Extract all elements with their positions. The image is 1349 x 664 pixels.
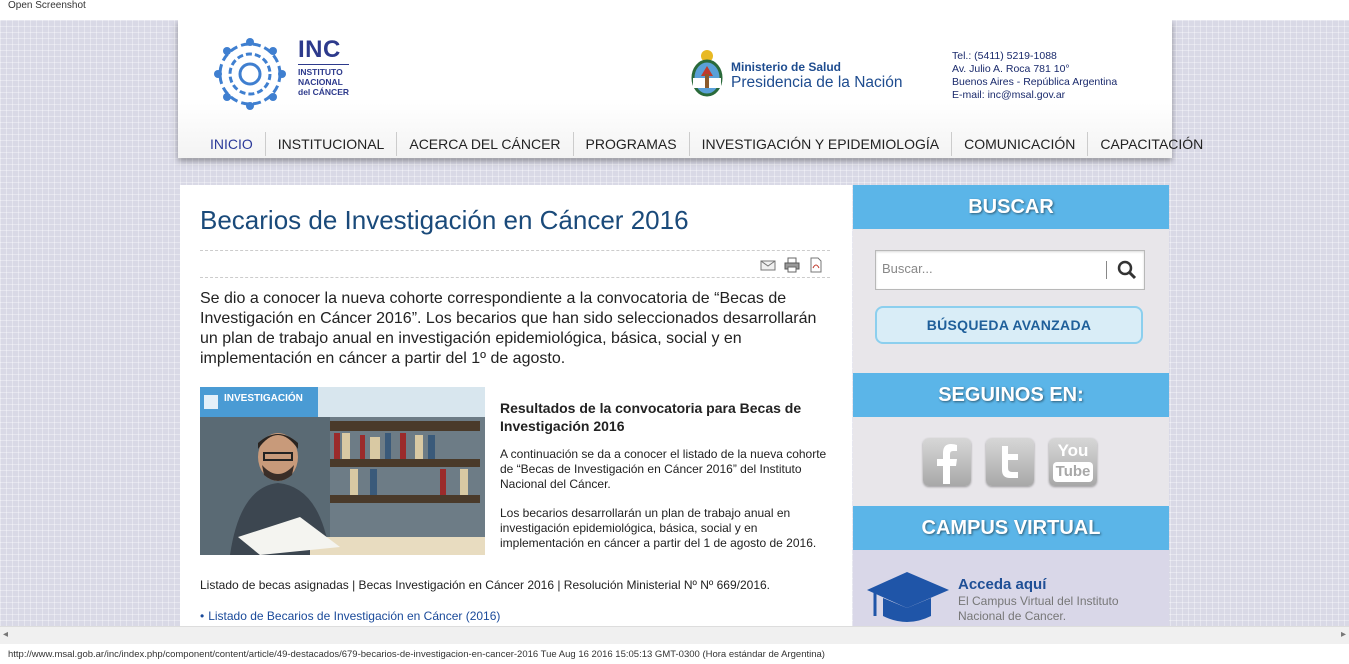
browser-viewport: INC INSTITUTO NACIONAL del CÁNCER Minist…	[0, 20, 1349, 626]
contact-city: Buenos Aires - República Argentina	[952, 76, 1118, 88]
seguinos-heading: SEGUINOS EN:	[853, 373, 1169, 417]
pdf-icon[interactable]	[808, 257, 824, 273]
topbar-label: Open Screenshot	[8, 0, 86, 11]
search-separator	[1106, 261, 1107, 279]
nav-item-institucional[interactable]: INSTITUCIONAL	[264, 132, 397, 156]
search-icon[interactable]	[1116, 259, 1138, 281]
contact-tel: Tel.: (5411) 5219-1088	[952, 50, 1057, 62]
print-icon[interactable]	[784, 257, 800, 273]
inc-abbr: INC	[298, 36, 341, 63]
youtube-icon[interactable]: You Tube	[1049, 438, 1097, 486]
becarios-link[interactable]: Listado de Becarios de Investigación en …	[208, 609, 500, 623]
page-title: Becarios de Investigación en Cáncer 2016	[200, 205, 689, 235]
divider-top	[200, 250, 830, 251]
main-nav: INICIO INSTITUCIONAL ACERCA DEL CÁNCER P…	[198, 130, 1215, 158]
nav-item-acerca[interactable]: ACERCA DEL CÁNCER	[396, 132, 572, 156]
photo-badge: INVESTIGACIÓN	[224, 393, 303, 404]
article-subtitle: Resultados de la convocatoria para Becas…	[500, 400, 802, 434]
article-lead: Se dio a conocer la nueva cohorte corres…	[200, 290, 817, 367]
article-paragraph-2: Los becarios desarrollarán un plan de tr…	[500, 506, 817, 550]
campus-description: El Campus Virtual del Instituto Nacional…	[958, 594, 1119, 623]
nav-item-investigacion[interactable]: INVESTIGACIÓN Y EPIDEMIOLOGÍA	[688, 132, 952, 156]
advanced-search-button[interactable]: BÚSQUEDA AVANZADA	[875, 306, 1143, 344]
contact-email: E-mail: inc@msal.gov.ar	[952, 89, 1117, 102]
ministerio-text: Ministerio de Salud Presidencia de la Na…	[731, 60, 902, 92]
email-label: E-mail:	[952, 89, 985, 101]
inc-line-3: del CÁNCER	[298, 87, 350, 97]
ministerio-small: Ministerio de Salud	[731, 60, 842, 74]
youtube-bottom-text: Tube	[1053, 462, 1093, 482]
inc-fullname: INSTITUTO NACIONAL del CÁNCER	[298, 64, 350, 97]
twitter-glyph-icon	[1002, 446, 1018, 478]
inc-wordmark[interactable]: INC INSTITUTO NACIONAL del CÁNCER	[298, 36, 350, 97]
divider-bottom	[200, 277, 830, 278]
campus-heading: CAMPUS VIRTUAL	[853, 506, 1169, 550]
inc-line-2: NACIONAL	[298, 77, 343, 87]
email-link[interactable]: inc@msal.gov.ar	[988, 89, 1066, 101]
youtube-top-text: You	[1057, 441, 1089, 460]
nav-item-programas[interactable]: PROGRAMAS	[572, 132, 689, 156]
contact-info: Tel.: (5411) 5219-1088 Av. Julio A. Roca…	[952, 50, 1117, 102]
article-paragraph-1: A continuación se da a conocer el listad…	[500, 447, 827, 491]
bullet-icon: •	[200, 609, 205, 623]
nav-item-comunicacion[interactable]: COMUNICACIÓN	[951, 132, 1087, 156]
twitter-icon[interactable]	[986, 438, 1034, 486]
argentina-shield-icon	[691, 50, 723, 97]
article-photo: INVESTIGACIÓN	[200, 387, 485, 555]
graduation-cap-icon	[867, 572, 949, 622]
facebook-icon[interactable]	[923, 438, 971, 486]
search-box	[875, 250, 1145, 290]
facebook-glyph-icon	[937, 444, 957, 484]
scroll-right-icon[interactable]: ▸	[1341, 629, 1346, 640]
email-icon[interactable]	[760, 257, 776, 273]
inc-logo-icon[interactable]	[212, 36, 288, 112]
article-tools	[760, 257, 824, 273]
status-bar: http://www.msal.gob.ar/inc/index.php/com…	[0, 644, 1349, 663]
ministerio-big: Presidencia de la Nación	[731, 74, 903, 91]
listado-text: Listado de becas asignadas | Becas Inves…	[200, 578, 770, 592]
horizontal-scrollbar[interactable]: ◂ ▸	[0, 626, 1349, 644]
search-input[interactable]	[880, 260, 1104, 277]
sidebar: BUSCAR BÚSQUEDA AVANZADA SEGUINOS EN: Yo…	[853, 185, 1169, 626]
inc-line-1: INSTITUTO	[298, 67, 343, 77]
contact-address: Av. Julio A. Roca 781 10°	[952, 63, 1070, 75]
nav-item-inicio[interactable]: INICIO	[198, 132, 265, 156]
scroll-left-icon[interactable]: ◂	[3, 629, 8, 640]
status-url: http://www.msal.gob.ar/inc/index.php/com…	[8, 649, 825, 660]
buscar-heading: BUSCAR	[853, 185, 1169, 229]
nav-item-capacitacion[interactable]: CAPACITACIÓN	[1087, 132, 1215, 156]
campus-link[interactable]: Acceda aquí	[958, 576, 1046, 593]
list-item[interactable]: • Listado de Becarios de Investigación en…	[200, 609, 500, 623]
researcher-photo-icon	[200, 387, 485, 555]
article-content: Becarios de Investigación en Cáncer 2016…	[180, 185, 852, 626]
campus-panel[interactable]: Acceda aquí El Campus Virtual del Instit…	[853, 550, 1169, 626]
site-header: INC INSTITUTO NACIONAL del CÁNCER Minist…	[178, 20, 1203, 158]
screenshot-topbar: Open Screenshot	[0, 0, 1349, 20]
